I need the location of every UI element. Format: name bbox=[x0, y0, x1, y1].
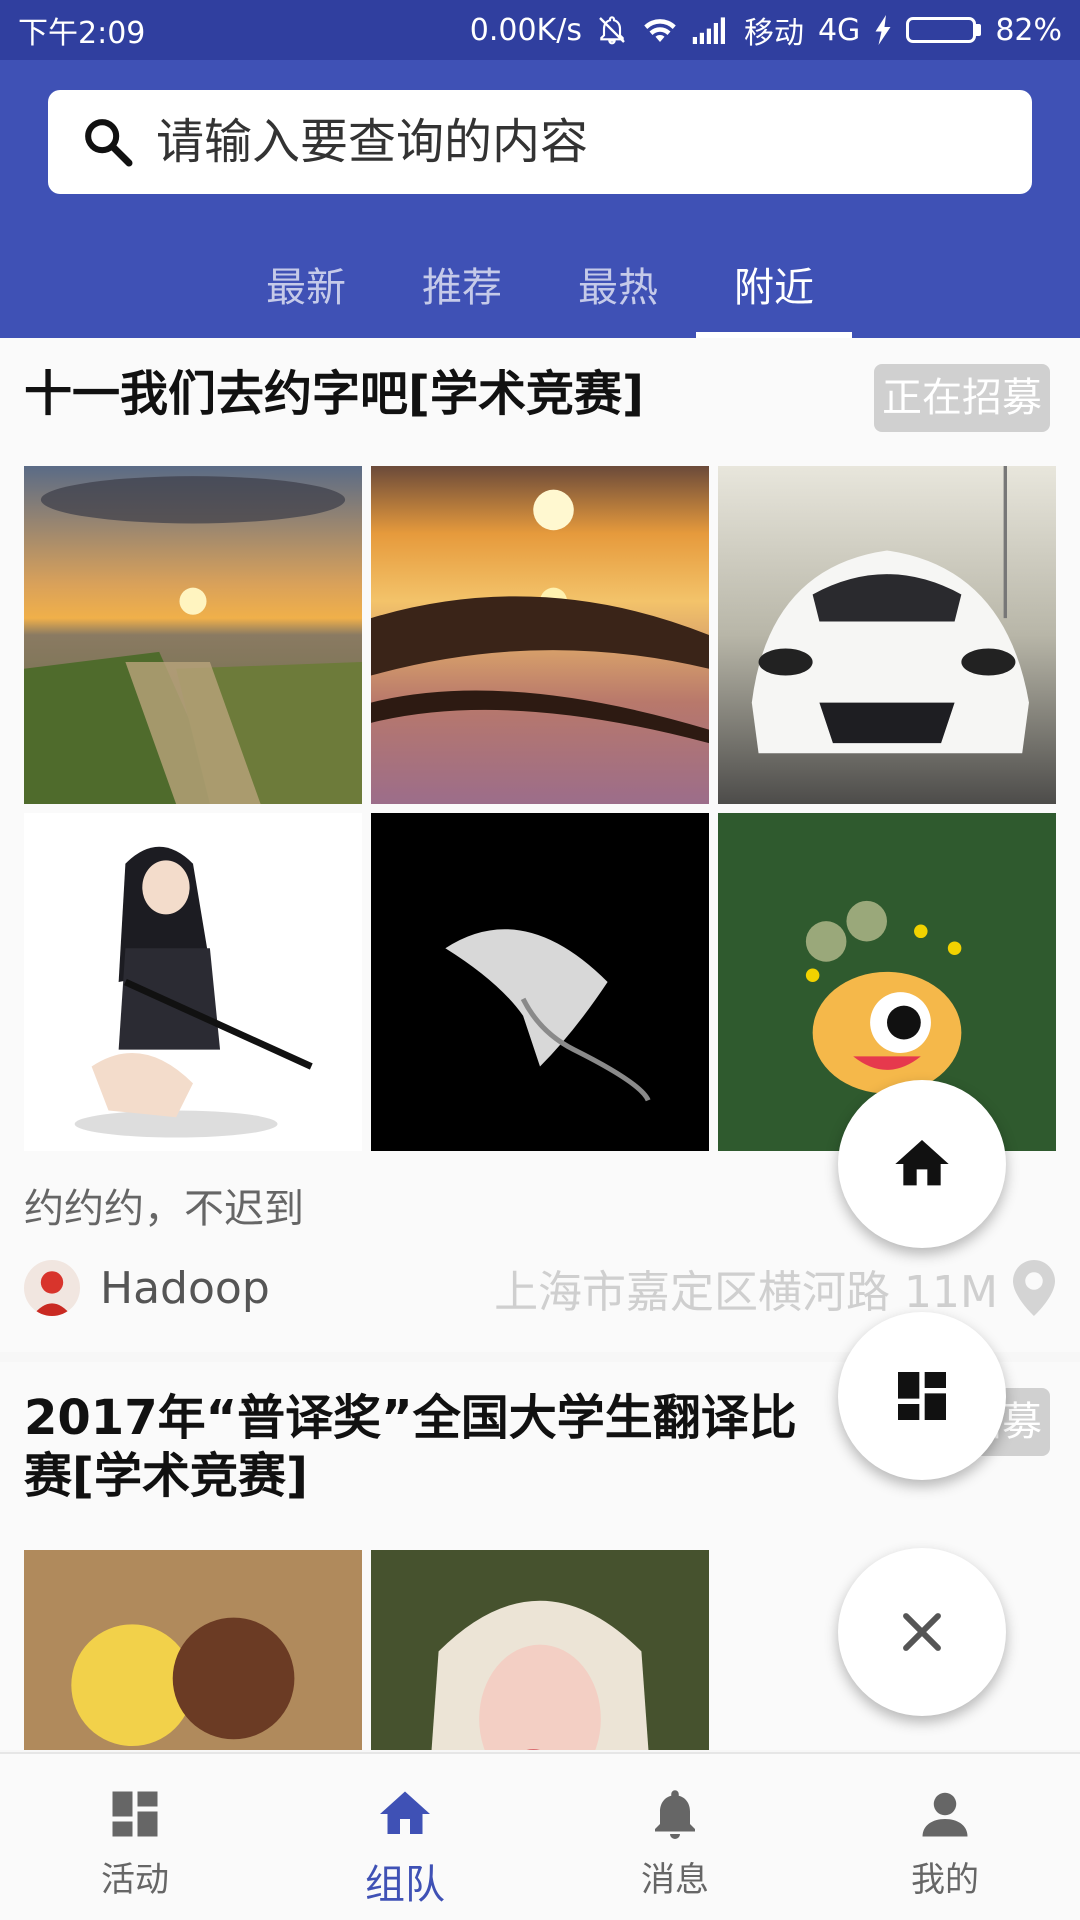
nav-messages[interactable]: 消息 bbox=[540, 1754, 810, 1920]
image-blonde-girl[interactable] bbox=[371, 1550, 709, 1750]
location-text: 上海市嘉定区横河路 11M bbox=[494, 1267, 998, 1318]
carrier-name: 移动 bbox=[743, 16, 804, 51]
location: 上海市嘉定区横河路 11M bbox=[494, 1256, 1056, 1320]
status-indicators: 0.00K/s 移动 4G 82% bbox=[470, 8, 1062, 52]
status-badge: 正在招募 bbox=[874, 364, 1050, 432]
network-speed: 0.00K/s bbox=[469, 12, 582, 48]
card-title-line2: 赛[学术竞赛] bbox=[24, 1448, 308, 1504]
charging-icon bbox=[875, 15, 891, 45]
status-time: 下午2:09 bbox=[18, 16, 146, 51]
image-sunset-reflection[interactable] bbox=[371, 466, 709, 804]
image-anime-girl[interactable] bbox=[24, 813, 362, 1151]
tab-nearby[interactable]: 附近 bbox=[696, 238, 852, 338]
home-icon bbox=[380, 1791, 430, 1834]
tab-latest[interactable]: 最新 bbox=[228, 238, 384, 338]
nav-activities[interactable]: 活动 bbox=[0, 1754, 270, 1920]
image-white-car[interactable] bbox=[718, 466, 1056, 804]
dashboard-fab[interactable] bbox=[838, 1312, 1006, 1480]
nav-label: 我的 bbox=[911, 1860, 979, 1900]
bell-icon bbox=[655, 1790, 695, 1839]
image-sunset-shore[interactable] bbox=[24, 466, 362, 804]
tab-hottest[interactable]: 最热 bbox=[540, 238, 696, 338]
search-icon bbox=[85, 119, 133, 167]
network-type: 4G bbox=[817, 12, 861, 48]
search-input[interactable] bbox=[156, 114, 996, 170]
app-header: 最新 推荐 最热 附近 bbox=[0, 60, 1080, 338]
card-description: 约约约，不迟到 bbox=[24, 1186, 304, 1232]
image-hooded-face[interactable] bbox=[371, 813, 709, 1151]
signal-icon bbox=[692, 17, 725, 44]
status-bar: 下午2:09 0.00K/s 移动 4G 82% bbox=[0, 0, 1080, 60]
home-icon bbox=[895, 1140, 949, 1186]
card-title-line1: 2017年“普译奖”全国大学生翻译比 bbox=[24, 1390, 797, 1446]
bottom-navigation: 活动 组队 消息 我的 bbox=[0, 1752, 1080, 1920]
location-pin-icon bbox=[1013, 1260, 1055, 1316]
battery-icon bbox=[906, 17, 982, 43]
nav-label: 组队 bbox=[365, 1862, 445, 1908]
close-fab[interactable] bbox=[838, 1548, 1006, 1716]
activity-feed[interactable]: 十一我们去约字吧[学术竞赛] 正在招募 约约约，不迟到 Hadoop 上海市嘉定… bbox=[0, 338, 1080, 1750]
close-icon bbox=[903, 1613, 941, 1651]
tab-bar: 最新 推荐 最热 附近 bbox=[0, 238, 1080, 338]
nav-profile[interactable]: 我的 bbox=[810, 1754, 1080, 1920]
dashboard-icon bbox=[898, 1372, 946, 1420]
search-bar[interactable] bbox=[48, 90, 1032, 194]
home-fab[interactable] bbox=[838, 1080, 1006, 1248]
person-icon bbox=[922, 1792, 968, 1837]
dashboard-icon bbox=[112, 1791, 158, 1837]
tab-recommended[interactable]: 推荐 bbox=[384, 238, 540, 338]
nav-label: 活动 bbox=[101, 1860, 169, 1900]
battery-percent: 82% bbox=[995, 12, 1062, 48]
card-title: 十一我们去约字吧[学术竞赛] bbox=[24, 366, 644, 422]
author-name[interactable]: Hadoop bbox=[100, 1263, 270, 1314]
nav-team[interactable]: 组队 bbox=[270, 1754, 540, 1920]
image-clay-dolls[interactable] bbox=[24, 1550, 362, 1750]
author-row: Hadoop 上海市嘉定区横河路 11M bbox=[24, 1256, 1056, 1320]
nav-label: 消息 bbox=[641, 1860, 709, 1900]
wifi-icon bbox=[644, 19, 676, 42]
avatar[interactable] bbox=[24, 1260, 80, 1316]
mute-icon bbox=[599, 16, 625, 45]
